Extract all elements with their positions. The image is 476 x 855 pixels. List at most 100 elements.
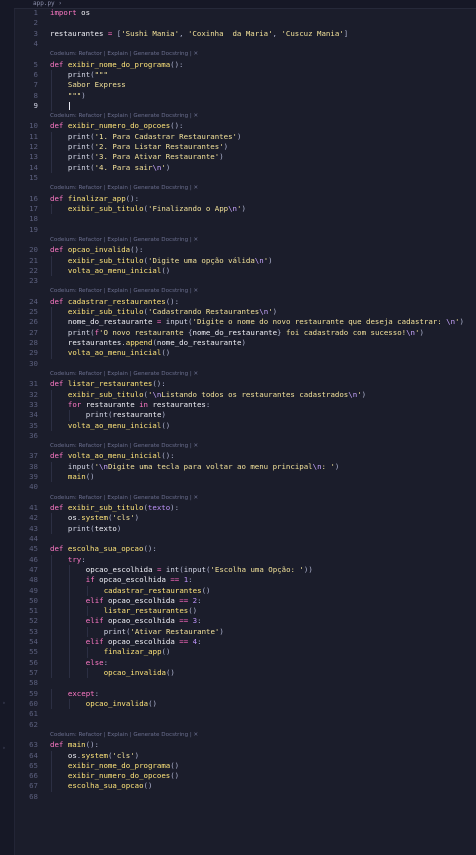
indent-guide <box>68 575 70 586</box>
code-text[interactable]: def exibir_sub_titulo(texto): <box>50 503 179 513</box>
code-text[interactable]: exibir_numero_do_opcoes() <box>68 771 179 781</box>
codeium-codelens[interactable]: Codeium: Refactor | Explain | Generate D… <box>50 286 198 296</box>
code-text[interactable]: volta_ao_menu_inicial() <box>68 266 170 276</box>
code-text[interactable]: def escolha_sua_opcao(): <box>50 544 157 554</box>
code-token: texto <box>147 503 171 512</box>
code-line: 47 opcao_escolhida = int(input('Escolha u… <box>14 564 476 576</box>
line-number: 35 <box>29 420 38 430</box>
code-text[interactable]: listar_restaurantes() <box>104 606 197 616</box>
code-text[interactable]: def cadastrar_restaurantes(): <box>50 297 179 307</box>
code-text[interactable]: def main(): <box>50 740 99 750</box>
code-text[interactable]: restaurantes = ['Sushi Mania', 'Coxinha … <box>50 29 348 39</box>
codeium-codelens[interactable]: Codeium: Refactor | Explain | Generate D… <box>50 369 198 379</box>
indent-guide <box>51 771 52 782</box>
code-token: 'cls' <box>112 750 135 760</box>
code-text[interactable]: nome_do_restaurante = input('Digite o no… <box>68 317 464 327</box>
line-number: 14 <box>29 162 38 172</box>
code-text[interactable]: opcao_invalida() <box>104 668 175 678</box>
code-text[interactable]: restaurantes.append(nome_do_restaurante) <box>68 338 246 348</box>
code-text[interactable]: try: <box>68 555 86 565</box>
code-text[interactable]: exibir_nome_do_programa() <box>68 761 179 771</box>
code-text[interactable]: print('2. Para Listar Restaurantes') <box>68 142 228 152</box>
indent-guide <box>51 647 52 658</box>
code-text[interactable]: elif opcao_escolhida == 2: <box>86 596 202 606</box>
code-text[interactable]: opcao_invalida() <box>86 699 157 709</box>
codeium-codelens[interactable]: Codeium: Refactor | Explain | Generate D… <box>50 111 198 121</box>
code-text[interactable]: print(f'O novo restaurante {nome_do_rest… <box>68 328 424 338</box>
code-text[interactable]: exibir_sub_titulo('\nListando todos os r… <box>68 390 366 400</box>
code-token: print <box>67 523 91 533</box>
code-token: : <box>103 657 109 667</box>
code-editor[interactable]: 1 import os 2 3 restaurantes = ['Sushi Mania… <box>14 8 476 855</box>
code-text[interactable]: volta_ao_menu_inicial() <box>68 421 170 431</box>
code-text[interactable]: print('4. Para sair\n') <box>68 163 170 173</box>
code-token: def <box>50 296 68 306</box>
codeium-codelens[interactable]: Codeium: Refactor | Explain | Generate D… <box>50 49 198 59</box>
code-text[interactable]: cadastrar_restaurantes() <box>104 586 211 596</box>
code-text[interactable]: print(""" <box>68 70 108 80</box>
code-token: exibir_nome_do_programa <box>67 59 171 69</box>
code-text[interactable]: def opcao_invalida(): <box>50 245 143 255</box>
indent-guide <box>68 564 70 576</box>
line-number: 28 <box>29 338 38 347</box>
code-token: \n <box>348 389 358 399</box>
code-text[interactable]: print(restaurante) <box>86 410 166 420</box>
indent-guide <box>51 410 52 421</box>
code-token: (): <box>143 544 157 554</box>
code-token: opcao_escolhida <box>108 637 175 647</box>
code-text[interactable]: escolha_sua_opcao() <box>68 781 153 791</box>
code-text[interactable]: for restaurante in restaurantes: <box>68 400 210 410</box>
code-line: 41 def exibir_sub_titulo(texto): <box>14 503 476 513</box>
tab-app-py[interactable]: app.py › <box>30 0 65 8</box>
code-text[interactable]: def exibir_nome_do_programa(): <box>50 60 184 70</box>
codeium-codelens[interactable]: Codeium: Refactor | Explain | Generate D… <box>50 441 198 451</box>
code-line: 12 print('2. Para Listar Restaurantes') <box>14 142 476 153</box>
code-text[interactable]: print('Ativar Restaurante') <box>104 627 224 637</box>
code-text[interactable]: def volta_ao_menu_inicial(): <box>50 451 175 461</box>
code-token: ) <box>241 338 246 347</box>
code-token: ] <box>343 28 349 38</box>
codeium-codelens[interactable]: Codeium: Refactor | Explain | Generate D… <box>50 235 198 245</box>
code-text[interactable]: def exibir_numero_do_opcoes(): <box>50 121 184 131</box>
code-text[interactable]: exibir_sub_titulo('Finalizando o App\n') <box>68 204 246 214</box>
code-text[interactable]: elif opcao_escolhida == 4: <box>86 637 202 647</box>
code-text[interactable]: else: <box>86 658 108 668</box>
code-text[interactable]: volta_ao_menu_inicial() <box>68 348 170 358</box>
code-text[interactable]: def listar_restaurantes(): <box>50 379 166 389</box>
code-token: def <box>50 59 68 69</box>
codeium-codelens[interactable]: Codeium: Refactor | Explain | Generate D… <box>50 493 198 503</box>
tab-filename: app.py <box>33 0 55 7</box>
code-line: 48 if opcao_escolhida == 1: <box>14 575 476 586</box>
code-text[interactable]: print('1. Para Cadastrar Restaurantes') <box>68 132 242 142</box>
breadcrumb-separator: › <box>58 0 62 7</box>
code-token: (): <box>165 296 180 306</box>
code-token: : <box>94 688 100 698</box>
code-text[interactable]: print(texto) <box>68 524 121 534</box>
code-text[interactable]: os.system('cls') <box>68 513 139 523</box>
code-text[interactable]: """) <box>68 91 86 101</box>
code-text[interactable]: opcao_escolhida = int(input('Escolha uma… <box>86 565 313 575</box>
line-number: 44 <box>29 533 38 543</box>
code-token: main <box>67 472 86 482</box>
code-text[interactable]: main() <box>68 472 95 482</box>
code-text[interactable]: Sabor Express <box>68 80 126 90</box>
code-text[interactable]: input('\nDigite uma tecla para voltar ao… <box>68 462 339 472</box>
code-text[interactable]: print('3. Para Ativar Restaurante') <box>68 152 224 162</box>
code-text[interactable]: exibir_sub_titulo('Cadastrando Restauran… <box>68 307 277 317</box>
code-text[interactable]: finalizar_app() <box>104 647 171 657</box>
indent-guide <box>68 626 70 638</box>
code-text[interactable]: except: <box>68 689 99 699</box>
code-text[interactable]: import os <box>50 8 90 18</box>
code-text[interactable]: os.system('cls') <box>68 751 139 761</box>
code-text[interactable]: if opcao_escolhida == 1: <box>86 575 193 585</box>
codeium-codelens[interactable]: Codeium: Refactor | Explain | Generate D… <box>50 730 198 740</box>
indent-guide <box>51 265 52 277</box>
codeium-codelens[interactable]: Codeium: Refactor | Explain | Generate D… <box>50 183 198 193</box>
code-text[interactable]: elif opcao_escolhida == 3: <box>86 616 202 626</box>
code-text[interactable]: exibir_sub_titulo('Digite uma opção váli… <box>68 256 273 266</box>
line-number: 38 <box>29 461 38 471</box>
activity-bar: ◦ ◦ <box>0 0 15 855</box>
code-line: 4 <box>14 39 476 49</box>
code-text[interactable]: def finalizar_app(): <box>50 194 139 204</box>
code-token: : <box>81 554 86 564</box>
